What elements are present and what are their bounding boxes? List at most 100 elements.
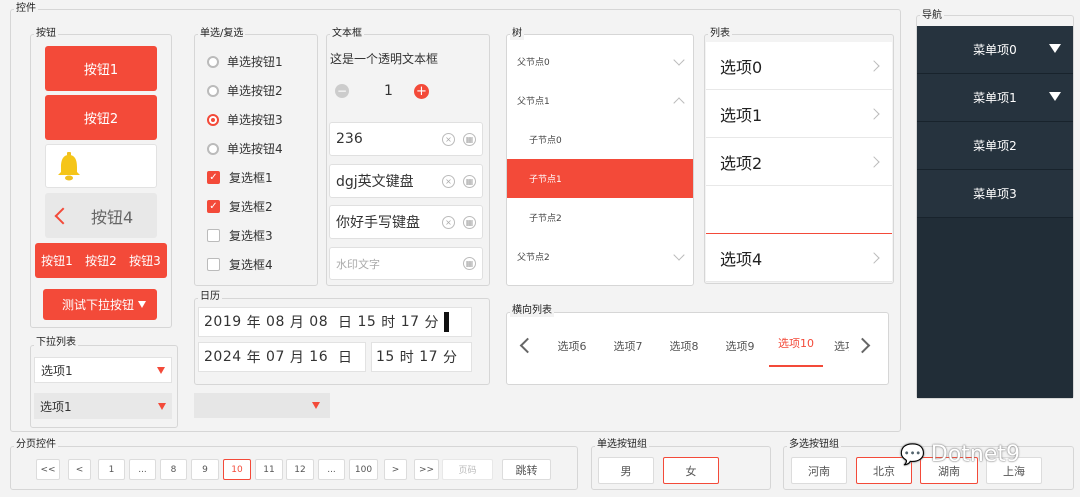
- dropdown-select-2[interactable]: 选项1: [34, 393, 172, 419]
- radio-option[interactable]: 单选按钮2: [207, 76, 317, 105]
- button-2[interactable]: 按钮2: [45, 95, 157, 140]
- keyboard-icon[interactable]: ▦: [463, 174, 476, 188]
- dt1-day[interactable]: 08: [309, 314, 328, 330]
- clear-icon[interactable]: ×: [442, 215, 455, 229]
- tree-node-selected[interactable]: 子节点1: [507, 159, 693, 198]
- tree-node[interactable]: 父节点0: [507, 42, 693, 81]
- pager-prev[interactable]: <: [68, 459, 91, 480]
- dt2-day[interactable]: 16: [309, 349, 328, 365]
- pager-ellipsis[interactable]: ...: [129, 459, 156, 480]
- empty-dropdown[interactable]: [194, 393, 330, 418]
- numeric-input-value: 236: [336, 131, 363, 147]
- plus-button[interactable]: +: [414, 83, 429, 99]
- pager-page[interactable]: 8: [160, 459, 187, 480]
- keyboard-icon[interactable]: ▦: [463, 257, 476, 270]
- segment-button-2[interactable]: 按钮2: [85, 252, 117, 269]
- hlist-item[interactable]: 选项6: [544, 338, 600, 354]
- dt2-year[interactable]: 2024: [204, 349, 242, 365]
- english-keyboard-input[interactable]: dgj英文键盘 × ▦: [329, 164, 483, 198]
- hlist-item[interactable]: 选项9: [712, 338, 768, 354]
- pager-page[interactable]: 1: [98, 459, 125, 480]
- nav-item[interactable]: 菜单项2: [917, 122, 1073, 170]
- checkbox-option[interactable]: 复选框3: [207, 221, 317, 250]
- radiogroup-option-selected[interactable]: 女: [663, 457, 719, 484]
- nav-item[interactable]: 菜单项1: [917, 74, 1073, 122]
- hlist-item[interactable]: 选项7: [600, 338, 656, 354]
- hlist-item[interactable]: 选项: [824, 338, 849, 354]
- pager-last[interactable]: >>: [414, 459, 439, 480]
- checkbox-option[interactable]: 复选框4: [207, 250, 317, 279]
- checkbox-empty-icon: [207, 229, 220, 242]
- radiogroup-option[interactable]: 男: [598, 457, 654, 484]
- placeholder-input[interactable]: 水印文字 ▦: [329, 247, 483, 280]
- date-picker-2[interactable]: 2024 年 07 月 16 日: [198, 342, 366, 372]
- list-item-selected[interactable]: 选项3: [706, 186, 892, 234]
- keyboard-icon[interactable]: ▦: [463, 215, 476, 229]
- list-item[interactable]: 选项4: [706, 234, 892, 282]
- radio-option[interactable]: 单选按钮1: [207, 47, 317, 76]
- tree-node[interactable]: 子节点2: [507, 198, 693, 237]
- time-picker-2[interactable]: 15 时 17 分: [371, 342, 472, 372]
- clear-icon[interactable]: ×: [442, 174, 455, 188]
- t2-hour[interactable]: 15: [376, 349, 395, 365]
- t2-minute-unit: 分: [443, 350, 458, 366]
- minus-button[interactable]: −: [335, 84, 349, 98]
- pager-page-input[interactable]: 页码: [442, 459, 493, 480]
- dt1-hour-unit: 时: [381, 315, 396, 331]
- dt1-month[interactable]: 08: [266, 314, 285, 330]
- segment-button-3[interactable]: 按钮3: [129, 252, 161, 269]
- button-1[interactable]: 按钮1: [45, 46, 157, 91]
- button-4[interactable]: 按钮4: [45, 193, 157, 238]
- pager-first[interactable]: <<: [36, 459, 60, 480]
- list-item[interactable]: 选项2: [706, 138, 892, 186]
- hlist-item-selected[interactable]: 选项10: [768, 336, 824, 351]
- list-item[interactable]: 选项0: [706, 42, 892, 90]
- pager-jump-button[interactable]: 跳转: [502, 459, 551, 480]
- tree-node[interactable]: 子节点0: [507, 120, 693, 159]
- pager-ellipsis[interactable]: ...: [318, 459, 345, 480]
- segment-button-1[interactable]: 按钮1: [41, 252, 73, 269]
- tree-node[interactable]: 父节点1: [507, 81, 693, 120]
- nav-item[interactable]: 菜单项3: [917, 170, 1073, 218]
- list-item[interactable]: 选项1: [706, 90, 892, 138]
- numeric-input[interactable]: 236 × ▦: [329, 122, 483, 156]
- hlist-items: 选项6 选项7 选项8 选项9 选项10 选项: [544, 336, 850, 356]
- radio-option[interactable]: 单选按钮3: [207, 105, 317, 134]
- checkbox-option[interactable]: ✓ 复选框1: [207, 163, 317, 192]
- t2-minute[interactable]: 17: [419, 349, 438, 365]
- pager-page[interactable]: 11: [255, 459, 283, 480]
- clear-icon[interactable]: ×: [442, 132, 455, 146]
- radio-label: 单选按钮1: [227, 55, 283, 69]
- radio-option[interactable]: 单选按钮4: [207, 134, 317, 163]
- pager-page[interactable]: 12: [286, 459, 314, 480]
- buttons-group-title: 按钮: [34, 28, 58, 40]
- pager-title: 分页控件: [14, 439, 58, 451]
- transparent-textbox[interactable]: 这是一个透明文本框: [330, 50, 438, 67]
- dt1-minute[interactable]: 17: [401, 314, 420, 330]
- handwriting-input-value: 你好手写键盘: [336, 215, 420, 231]
- tree-node[interactable]: 父节点2: [507, 237, 693, 276]
- chevron-down-icon: [673, 248, 685, 261]
- hlist-selected-underline: [769, 365, 823, 367]
- pager-page[interactable]: 9: [191, 459, 219, 480]
- pager-page-current[interactable]: 10: [223, 459, 251, 480]
- nav-item[interactable]: 菜单项0: [917, 26, 1073, 74]
- dropdown-button[interactable]: 测试下拉按钮: [43, 289, 157, 320]
- handwriting-input[interactable]: 你好手写键盘 × ▦: [329, 205, 483, 239]
- bell-button[interactable]: [45, 144, 157, 188]
- pager-next[interactable]: >: [384, 459, 407, 480]
- pager-page[interactable]: 100: [349, 459, 378, 480]
- checkbox-option[interactable]: ✓ 复选框2: [207, 192, 317, 221]
- dt2-month[interactable]: 07: [266, 349, 285, 365]
- stepper-value[interactable]: 1: [384, 83, 414, 99]
- multigroup-option[interactable]: 河南: [791, 457, 847, 484]
- dt1-year[interactable]: 2019: [204, 314, 242, 330]
- datetime-picker-1[interactable]: 2019 年 08 月 08 日 15 时 17 分: [198, 307, 472, 337]
- keyboard-icon[interactable]: ▦: [463, 132, 476, 146]
- segmented-buttons: 按钮1 按钮2 按钮3: [35, 243, 167, 278]
- radio-circle-icon: [207, 55, 219, 68]
- button-4-label: 按钮4: [91, 207, 134, 227]
- dt1-hour[interactable]: 15: [357, 314, 376, 330]
- dropdown-select-1[interactable]: 选项1: [34, 357, 172, 383]
- hlist-item[interactable]: 选项8: [656, 338, 712, 354]
